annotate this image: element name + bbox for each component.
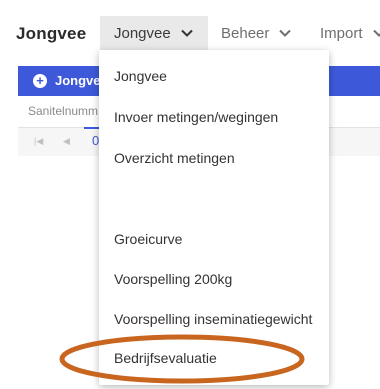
- jongvee-dropdown-menu: Jongvee Invoer metingen/wegingen Overzic…: [99, 50, 329, 385]
- menu-item-overzicht-metingen[interactable]: Overzicht metingen: [114, 150, 235, 166]
- nav-label-jongvee: Jongvee: [114, 24, 171, 42]
- nav-menu-jongvee[interactable]: Jongvee: [100, 16, 208, 50]
- menu-item-jongvee[interactable]: Jongvee: [114, 68, 167, 84]
- chevron-down-icon: [180, 26, 194, 40]
- previous-page-icon[interactable]: ◀: [63, 136, 70, 147]
- nav-label-import: Import: [320, 24, 363, 42]
- first-page-icon[interactable]: |◀: [34, 136, 43, 147]
- app-title: Jongvee: [16, 24, 87, 43]
- chevron-down-icon: [278, 26, 292, 40]
- chevron-down-icon: [372, 26, 380, 40]
- column-header-sanitelnummer[interactable]: Sanitelnumm: [28, 104, 98, 118]
- menu-item-bedrijfsevaluatie[interactable]: Bedrijfsevaluatie: [114, 350, 217, 366]
- nav-menu-beheer[interactable]: Beheer: [207, 16, 306, 50]
- active-page-indicator: [84, 127, 100, 129]
- menu-item-voorspelling-inseminatiegewicht[interactable]: Voorspelling inseminatiegewicht: [114, 311, 312, 327]
- nav-menu-import[interactable]: Import: [306, 16, 380, 50]
- menu-item-groeicurve[interactable]: Groeicurve: [114, 231, 182, 247]
- nav-label-beheer: Beheer: [221, 24, 270, 42]
- menu-item-voorspelling-200kg[interactable]: Voorspelling 200kg: [114, 271, 232, 287]
- menu-item-invoer-metingen[interactable]: Invoer metingen/wegingen: [114, 109, 278, 125]
- add-circle-icon: +: [33, 74, 47, 88]
